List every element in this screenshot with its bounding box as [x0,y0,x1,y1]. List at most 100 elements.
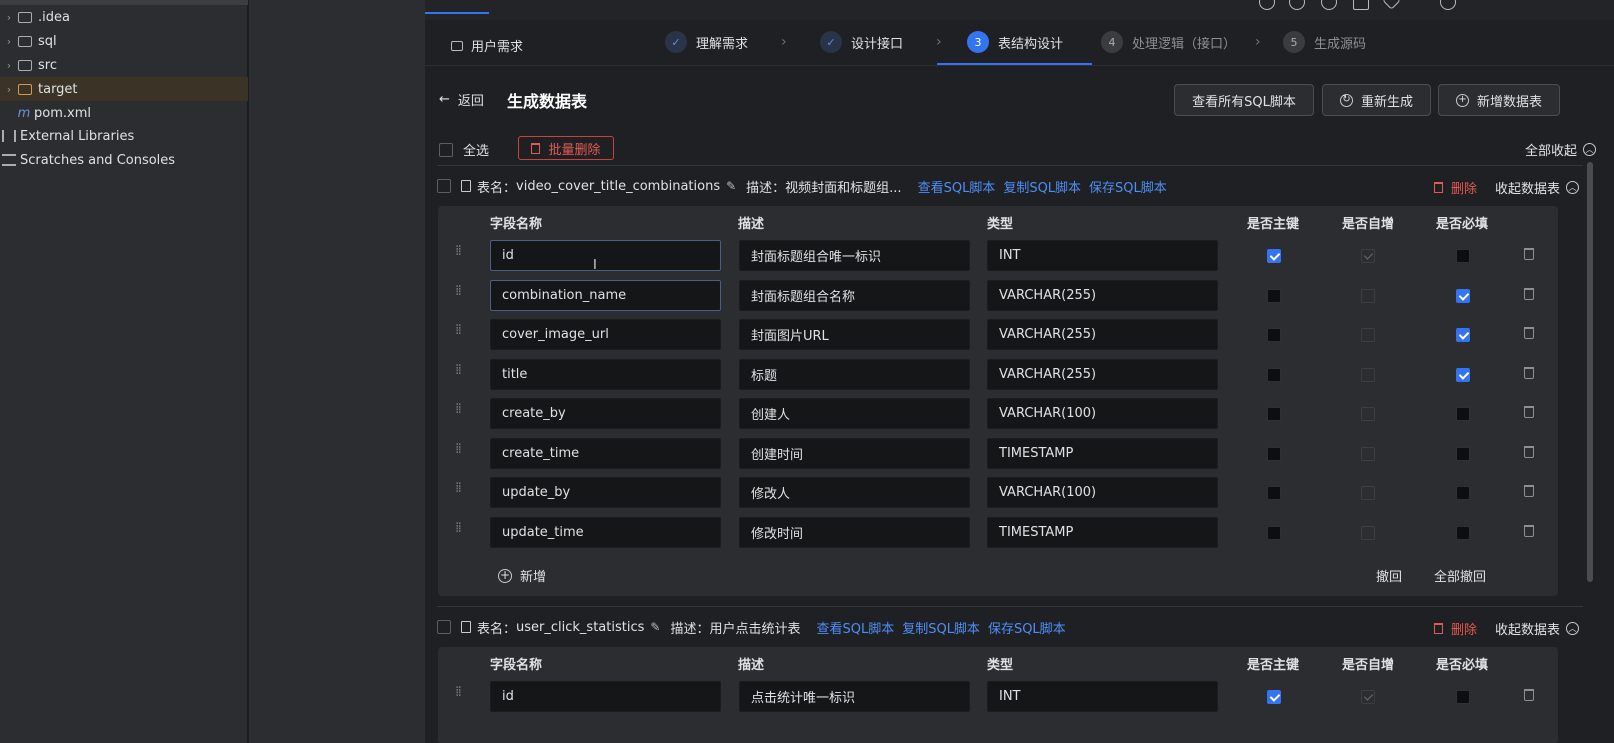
drag-handle-icon[interactable]: ⁞⁞ [455,323,462,337]
copy-sql-link[interactable]: 复制SQL脚本 [1003,177,1081,196]
primary-key-checkbox[interactable] [1267,288,1281,303]
required-checkbox[interactable] [1456,328,1470,342]
field-type-input[interactable]: INT [987,240,1218,271]
undo-all-button[interactable]: 全部撤回 [1434,566,1486,585]
field-desc-input[interactable]: 修改人 [739,477,970,508]
required-checkbox[interactable] [1456,288,1470,303]
required-checkbox[interactable] [1456,249,1470,263]
field-type-input[interactable]: VARCHAR(255) [987,279,1218,311]
tree-item[interactable]: › .idea [0,5,248,29]
add-field-button[interactable]: + 新增 [498,566,546,585]
clock-icon[interactable] [1289,0,1305,10]
step-1[interactable]: ✓ 理解需求 [665,31,748,53]
field-type-input[interactable]: VARCHAR(100) [987,477,1218,508]
add-table-button[interactable]: + 新增数据表 [1438,84,1560,116]
save-sql-link[interactable]: 保存SQL脚本 [1089,177,1167,196]
trash-icon[interactable] [1524,248,1534,260]
table-checkbox[interactable] [437,620,451,634]
step-5[interactable]: 5 生成源码 [1283,31,1366,53]
required-checkbox[interactable] [1456,367,1470,382]
primary-key-checkbox[interactable] [1267,446,1281,461]
user-avatar-icon[interactable] [1440,0,1456,10]
field-desc-input[interactable]: 修改时间 [739,516,970,548]
undo-button[interactable]: 撤回 [1376,566,1402,585]
trash-icon[interactable] [1524,689,1534,701]
field-desc-input[interactable]: 封面图片URL [739,319,970,350]
primary-key-checkbox[interactable] [1267,367,1281,382]
field-name-input[interactable]: create_by [490,398,721,429]
drag-handle-icon[interactable]: ⁞⁞ [455,244,462,258]
help-icon[interactable] [1321,0,1337,10]
field-name-input[interactable]: id [490,681,721,712]
trash-icon[interactable] [1524,327,1534,339]
copy-sql-link[interactable]: 复制SQL脚本 [902,618,980,637]
tree-item[interactable]: External Libraries [0,124,248,148]
edit-icon[interactable]: ✎ [650,620,660,634]
chevron-right-icon[interactable]: › [0,59,18,72]
back-button[interactable]: ← 返回 [439,90,484,109]
tree-item[interactable]: › src [0,53,248,77]
step-3[interactable]: 3 表结构设计 [967,31,1063,53]
field-desc-input[interactable]: 封面标题组合名称 [739,279,970,311]
view-sql-link[interactable]: 查看SQL脚本 [816,618,894,637]
tree-item[interactable]: › sql [0,29,248,53]
drag-handle-icon[interactable]: ⁞⁞ [455,481,462,495]
select-all[interactable]: 全选 [439,140,489,159]
collapse-all-button[interactable]: 全部收起 ︿ [1525,140,1596,159]
field-name-input[interactable]: cover_image_url [490,319,721,350]
collapse-table-button[interactable]: 收起数据表 [1495,178,1560,197]
required-checkbox[interactable] [1456,690,1470,704]
field-desc-input[interactable]: 封面标题组合唯一标识 [739,240,970,271]
cube-icon[interactable] [1382,0,1401,10]
field-name-input[interactable]: update_time [490,516,721,548]
step-4[interactable]: 4 处理逻辑（接口） [1101,31,1236,53]
drag-handle-icon[interactable]: ⁞⁞ [455,363,462,377]
drag-handle-icon[interactable]: ⁞⁞ [455,284,462,298]
field-desc-input[interactable]: 点击统计唯一标识 [739,681,970,712]
chevron-up-icon[interactable]: ︿ [1566,622,1579,635]
chevron-right-icon[interactable]: › [0,83,18,96]
tab-active[interactable] [425,0,489,14]
trash-icon[interactable] [1524,366,1534,379]
trash-icon[interactable] [1524,445,1534,458]
field-type-input[interactable]: VARCHAR(255) [987,358,1218,390]
drag-handle-icon[interactable]: ⁞⁞ [455,402,462,416]
field-name-input[interactable]: update_by [490,477,721,508]
chevron-right-icon[interactable]: › [0,11,18,24]
delete-table-button[interactable]: 删除 [1433,619,1477,638]
trash-icon[interactable] [1524,287,1534,300]
primary-key-checkbox[interactable] [1267,249,1281,263]
trash-icon[interactable] [1524,406,1534,418]
field-type-input[interactable]: VARCHAR(100) [987,398,1218,429]
field-type-input[interactable]: VARCHAR(255) [987,319,1218,350]
primary-key-checkbox[interactable] [1267,690,1281,704]
field-desc-input[interactable]: 标题 [739,358,970,390]
field-name-input[interactable]: combination_name [490,279,721,311]
info-icon[interactable] [1259,0,1275,10]
tree-item[interactable]: m pom.xml [0,101,248,125]
delete-table-button[interactable]: 删除 [1433,178,1477,197]
save-sql-link[interactable]: 保存SQL脚本 [988,618,1066,637]
required-checkbox[interactable] [1456,486,1470,500]
chevron-right-icon[interactable]: › [0,35,18,48]
field-type-input[interactable]: INT [987,681,1218,712]
table-checkbox[interactable] [437,179,451,193]
scrollbar[interactable] [1587,162,1593,582]
field-name-input[interactable]: id [490,240,721,271]
document-icon[interactable] [1353,0,1369,10]
edit-icon[interactable]: ✎ [726,179,736,193]
trash-icon[interactable] [1524,485,1534,497]
field-name-input[interactable]: create_time [490,437,721,469]
drag-handle-icon[interactable]: ⁞⁞ [455,521,462,535]
chevron-up-icon[interactable]: ︿ [1566,181,1579,194]
drag-handle-icon[interactable]: ⁞⁞ [455,442,462,456]
field-type-input[interactable]: TIMESTAMP [987,437,1218,469]
field-name-input[interactable]: title [490,358,721,390]
trash-icon[interactable] [1524,524,1534,537]
required-checkbox[interactable] [1456,446,1470,461]
tree-item[interactable]: Scratches and Consoles [0,148,248,172]
primary-key-checkbox[interactable] [1267,407,1281,421]
field-desc-input[interactable]: 创建人 [739,398,970,429]
primary-key-checkbox[interactable] [1267,525,1281,540]
view-all-sql-button[interactable]: 查看所有SQL脚本 [1174,84,1314,116]
